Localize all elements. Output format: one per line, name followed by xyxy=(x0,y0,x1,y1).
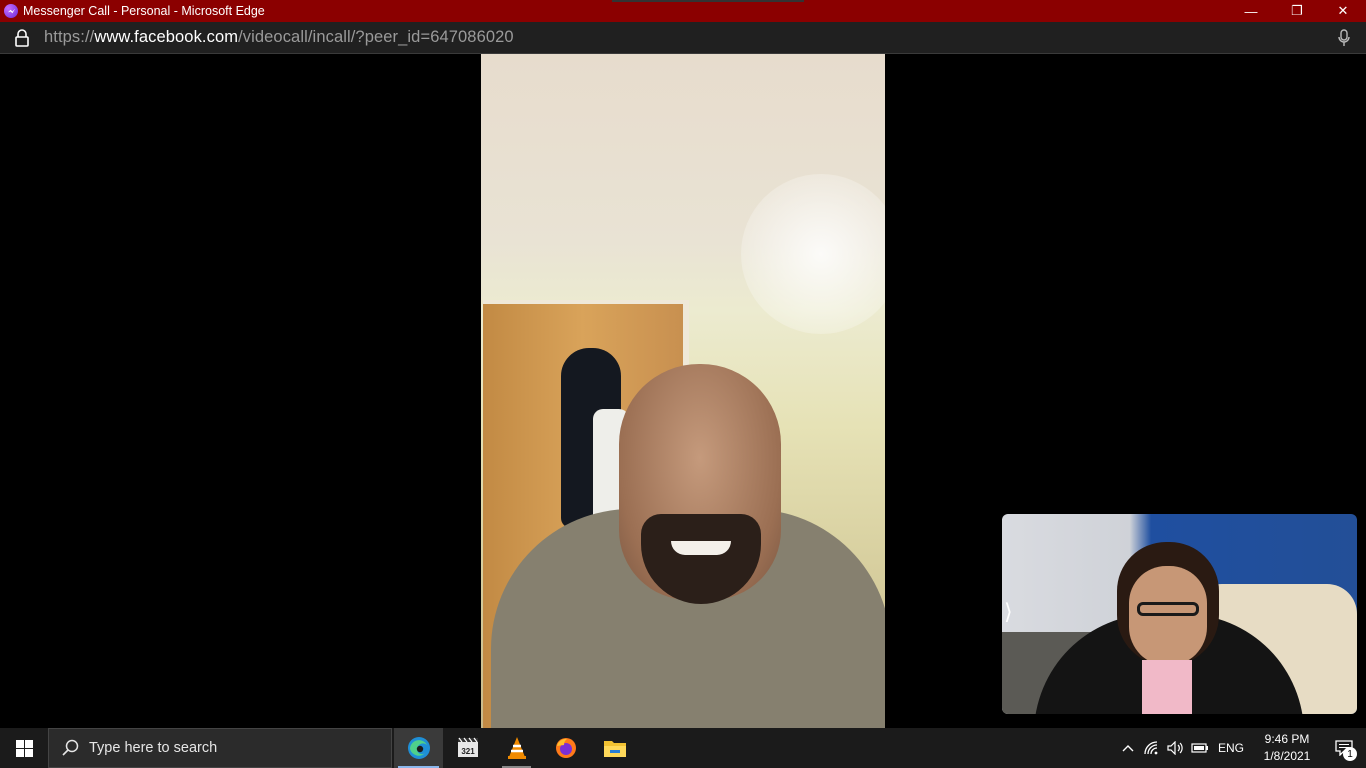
taskbar: Type here to search 321 ENG 9:46 PM 1/8/… xyxy=(0,728,1366,768)
volume-icon[interactable] xyxy=(1164,728,1188,768)
microphone-icon[interactable] xyxy=(1336,29,1352,47)
call-stage[interactable]: ⟩ xyxy=(0,54,1366,728)
lock-icon[interactable] xyxy=(14,28,30,47)
address-bar[interactable]: https://www.facebook.com/videocall/incal… xyxy=(0,22,1366,54)
messenger-icon xyxy=(4,4,18,18)
url-scheme: https:// xyxy=(44,28,95,46)
windows-logo-icon xyxy=(15,739,33,757)
remote-person-smile xyxy=(671,541,731,555)
edge-icon[interactable] xyxy=(394,728,443,768)
window-title: Messenger Call - Personal - Microsoft Ed… xyxy=(23,4,265,18)
url-text[interactable]: https://www.facebook.com/videocall/incal… xyxy=(44,28,514,47)
close-button[interactable]: ✕ xyxy=(1320,0,1366,22)
show-hidden-icons-chevron[interactable] xyxy=(1116,728,1140,768)
titlebar-drag-handle[interactable] xyxy=(612,0,804,2)
taskbar-search-box[interactable]: Type here to search xyxy=(48,728,392,768)
svg-text:321: 321 xyxy=(461,747,475,756)
notification-count-badge: 1 xyxy=(1343,747,1357,761)
url-host: www.facebook.com xyxy=(94,28,239,46)
firefox-icon[interactable] xyxy=(541,728,590,768)
clock-date: 1/8/2021 xyxy=(1263,749,1311,763)
self-person-collar xyxy=(1142,660,1192,714)
self-person-face xyxy=(1129,566,1207,666)
clock-time: 9:46 PM xyxy=(1264,732,1310,746)
system-tray: ENG 9:46 PM 1/8/2021 1 xyxy=(1116,728,1366,768)
start-button[interactable] xyxy=(0,728,48,768)
file-explorer-icon[interactable] xyxy=(590,728,639,768)
vlc-icon[interactable] xyxy=(492,728,541,768)
self-person-glasses xyxy=(1137,602,1199,616)
restore-button[interactable]: ❐ xyxy=(1274,0,1320,22)
url-path: /videocall/incall/?peer_id=647086020 xyxy=(238,28,514,46)
self-view-video[interactable]: ⟩ xyxy=(1002,514,1357,714)
remote-participant-video[interactable] xyxy=(481,54,885,728)
minimize-button[interactable]: — xyxy=(1228,0,1274,22)
expand-self-view-arrow[interactable]: ⟩ xyxy=(1004,600,1013,625)
search-icon xyxy=(62,739,79,756)
action-center-button[interactable]: 1 xyxy=(1322,728,1366,768)
media-player-321-icon[interactable]: 321 xyxy=(443,728,492,768)
window-titlebar[interactable]: Messenger Call - Personal - Microsoft Ed… xyxy=(0,0,1366,22)
light-glow xyxy=(741,174,885,334)
input-language[interactable]: ENG xyxy=(1218,741,1244,755)
search-placeholder: Type here to search xyxy=(89,740,218,756)
wifi-icon[interactable] xyxy=(1140,728,1164,768)
clock[interactable]: 9:46 PM 1/8/2021 xyxy=(1252,731,1322,765)
battery-icon[interactable] xyxy=(1188,728,1212,768)
